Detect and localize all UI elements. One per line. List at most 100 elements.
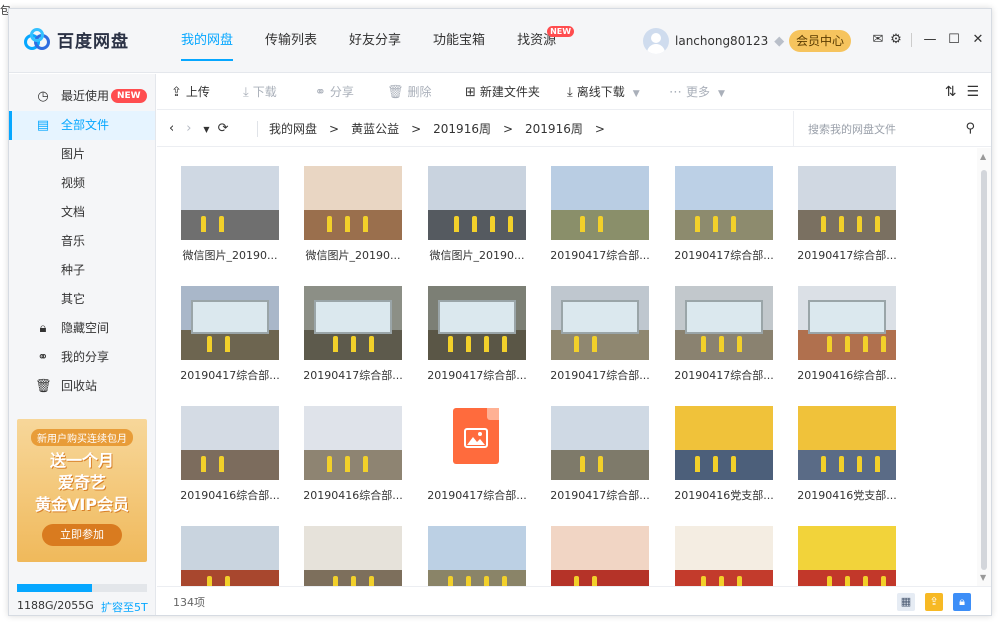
sidebar-item-torrents[interactable]: 种子 xyxy=(9,256,155,285)
more-button[interactable]: ⋯ 更多 ▼ xyxy=(669,74,725,110)
photo-thumbnail[interactable] xyxy=(551,526,649,586)
file-name[interactable]: 微信图片_20190... xyxy=(421,247,533,263)
lock-icon[interactable]: 🔒︎ xyxy=(953,593,971,611)
grid-view-icon[interactable]: ▦ xyxy=(897,593,915,611)
tab-transfer-list[interactable]: 传输列表 xyxy=(249,9,333,73)
photo-thumbnail[interactable] xyxy=(675,286,773,360)
file-item[interactable] xyxy=(174,516,286,586)
breadcrumb-item[interactable]: 201916周 xyxy=(433,122,491,136)
file-item[interactable]: 20190417综合部... xyxy=(174,276,286,396)
file-name[interactable]: 20190416党支部... xyxy=(668,487,780,503)
user-info[interactable]: lanchong80123 ◆ xyxy=(643,28,784,54)
file-name[interactable]: 20190417综合部... xyxy=(421,487,533,503)
breadcrumb-item[interactable]: 黄蓝公益 xyxy=(351,122,399,136)
photo-thumbnail[interactable] xyxy=(181,286,279,360)
sort-icon[interactable]: ⇅ xyxy=(945,84,957,100)
maximize-button[interactable]: ☐ xyxy=(942,31,966,49)
breadcrumb-item[interactable]: 201916周 xyxy=(525,122,583,136)
settings-icon[interactable]: ⚙ xyxy=(887,31,905,49)
back-icon[interactable]: ‹ xyxy=(169,111,174,147)
username[interactable]: lanchong80123 xyxy=(675,34,768,48)
promo-banner[interactable]: 新用户购买连续包月 送一个月 爱奇艺 黄金VIP会员 立即参加 xyxy=(17,419,147,562)
search-box[interactable]: ⚲ xyxy=(793,111,979,147)
photo-thumbnail[interactable] xyxy=(181,526,279,586)
upload-queue-icon[interactable]: ⇪ xyxy=(925,593,943,611)
photo-thumbnail[interactable] xyxy=(428,526,526,586)
scroll-up-arrow[interactable]: ▲ xyxy=(980,152,986,161)
file-name[interactable]: 20190417综合部... xyxy=(668,367,780,383)
sidebar-item-hidden-space[interactable]: 🔒︎ 隐藏空间 xyxy=(9,314,155,343)
photo-thumbnail[interactable] xyxy=(798,526,896,586)
promo-join-button[interactable]: 立即参加 xyxy=(42,524,122,546)
search-icon[interactable]: ⚲ xyxy=(965,111,975,147)
file-name[interactable]: 20190417综合部... xyxy=(544,487,656,503)
download-button[interactable]: ⤓ 下载 xyxy=(243,74,277,110)
delete-button[interactable]: 🗑︎ 删除 xyxy=(387,74,432,110)
photo-thumbnail[interactable] xyxy=(304,166,402,240)
file-name[interactable]: 20190417综合部... xyxy=(421,367,533,383)
minimize-button[interactable]: — xyxy=(918,31,942,49)
file-item[interactable] xyxy=(297,516,409,586)
file-item[interactable]: 20190416党支部... xyxy=(791,396,903,516)
file-name[interactable]: 20190417综合部... xyxy=(544,247,656,263)
file-item[interactable]: 20190417综合部... xyxy=(668,276,780,396)
photo-thumbnail[interactable] xyxy=(798,406,896,480)
file-item[interactable] xyxy=(668,516,780,586)
file-item[interactable]: 20190417综合部... xyxy=(544,156,656,276)
sidebar-item-recycle-bin[interactable]: 🗑︎ 回收站 xyxy=(9,372,155,401)
avatar[interactable] xyxy=(643,28,669,54)
sidebar-item-music[interactable]: 音乐 xyxy=(9,227,155,256)
file-item[interactable]: 20190417综合部... xyxy=(791,156,903,276)
file-name[interactable]: 20190417综合部... xyxy=(174,367,286,383)
scroll-down-arrow[interactable]: ▼ xyxy=(980,573,986,582)
sidebar-item-videos[interactable]: 视频 xyxy=(9,169,155,198)
file-name[interactable]: 20190416综合部... xyxy=(174,487,286,503)
tab-toolbox[interactable]: 功能宝箱 xyxy=(417,9,501,73)
share-button[interactable]: ⚭ 分享 xyxy=(315,74,354,110)
tab-friend-share[interactable]: 好友分享 xyxy=(333,9,417,73)
vip-center-button[interactable]: 会员中心 xyxy=(789,30,851,52)
photo-thumbnail[interactable] xyxy=(675,526,773,586)
file-name[interactable]: 微信图片_20190... xyxy=(297,247,409,263)
photo-thumbnail[interactable] xyxy=(181,166,279,240)
photo-thumbnail[interactable] xyxy=(551,406,649,480)
search-input[interactable] xyxy=(808,123,948,136)
photo-thumbnail[interactable] xyxy=(181,406,279,480)
file-item[interactable]: 微信图片_20190... xyxy=(174,156,286,276)
tab-my-disk[interactable]: 我的网盘 xyxy=(165,9,249,73)
file-item[interactable]: 20190417综合部... xyxy=(544,276,656,396)
mail-icon[interactable]: ✉ xyxy=(869,31,887,49)
close-button[interactable]: ✕ xyxy=(966,31,990,49)
file-item[interactable]: 20190416综合部... xyxy=(297,396,409,516)
refresh-icon[interactable]: ⟳ xyxy=(218,111,229,147)
history-dropdown-icon[interactable]: ▼ xyxy=(203,112,209,148)
file-name[interactable]: 微信图片_20190... xyxy=(174,247,286,263)
file-name[interactable]: 20190417综合部... xyxy=(297,367,409,383)
forward-icon[interactable]: › xyxy=(186,111,191,147)
photo-thumbnail[interactable] xyxy=(798,286,896,360)
file-item[interactable]: 20190417综合部... xyxy=(544,396,656,516)
tab-find-resources[interactable]: 找资源 NEW xyxy=(501,9,575,73)
photo-thumbnail[interactable] xyxy=(428,166,526,240)
file-name[interactable]: 20190417综合部... xyxy=(791,247,903,263)
sidebar-item-recent[interactable]: ◷ 最近使用 NEW xyxy=(9,82,155,111)
file-name[interactable]: 20190417综合部... xyxy=(544,367,656,383)
sidebar-item-documents[interactable]: 文档 xyxy=(9,198,155,227)
photo-thumbnail[interactable] xyxy=(675,166,773,240)
photo-thumbnail[interactable] xyxy=(428,286,526,360)
sidebar-item-all-files[interactable]: ▤ 全部文件 xyxy=(9,111,155,140)
sidebar-item-others[interactable]: 其它 xyxy=(9,285,155,314)
sidebar-item-my-shares[interactable]: ⚭ 我的分享 xyxy=(9,343,155,372)
expand-storage-link[interactable]: 扩容至5T xyxy=(101,599,148,615)
upload-button[interactable]: ⇪ 上传 xyxy=(171,74,210,110)
file-name[interactable]: 20190416综合部... xyxy=(791,367,903,383)
file-item[interactable]: 20190416党支部... xyxy=(668,396,780,516)
photo-thumbnail[interactable] xyxy=(304,406,402,480)
file-name[interactable]: 20190416党支部... xyxy=(791,487,903,503)
file-item[interactable] xyxy=(791,516,903,586)
photo-thumbnail[interactable] xyxy=(551,286,649,360)
file-item[interactable] xyxy=(421,516,533,586)
file-item[interactable]: 20190417综合部... xyxy=(421,276,533,396)
file-item[interactable]: 20190417综合部... xyxy=(668,156,780,276)
photo-thumbnail[interactable] xyxy=(551,166,649,240)
